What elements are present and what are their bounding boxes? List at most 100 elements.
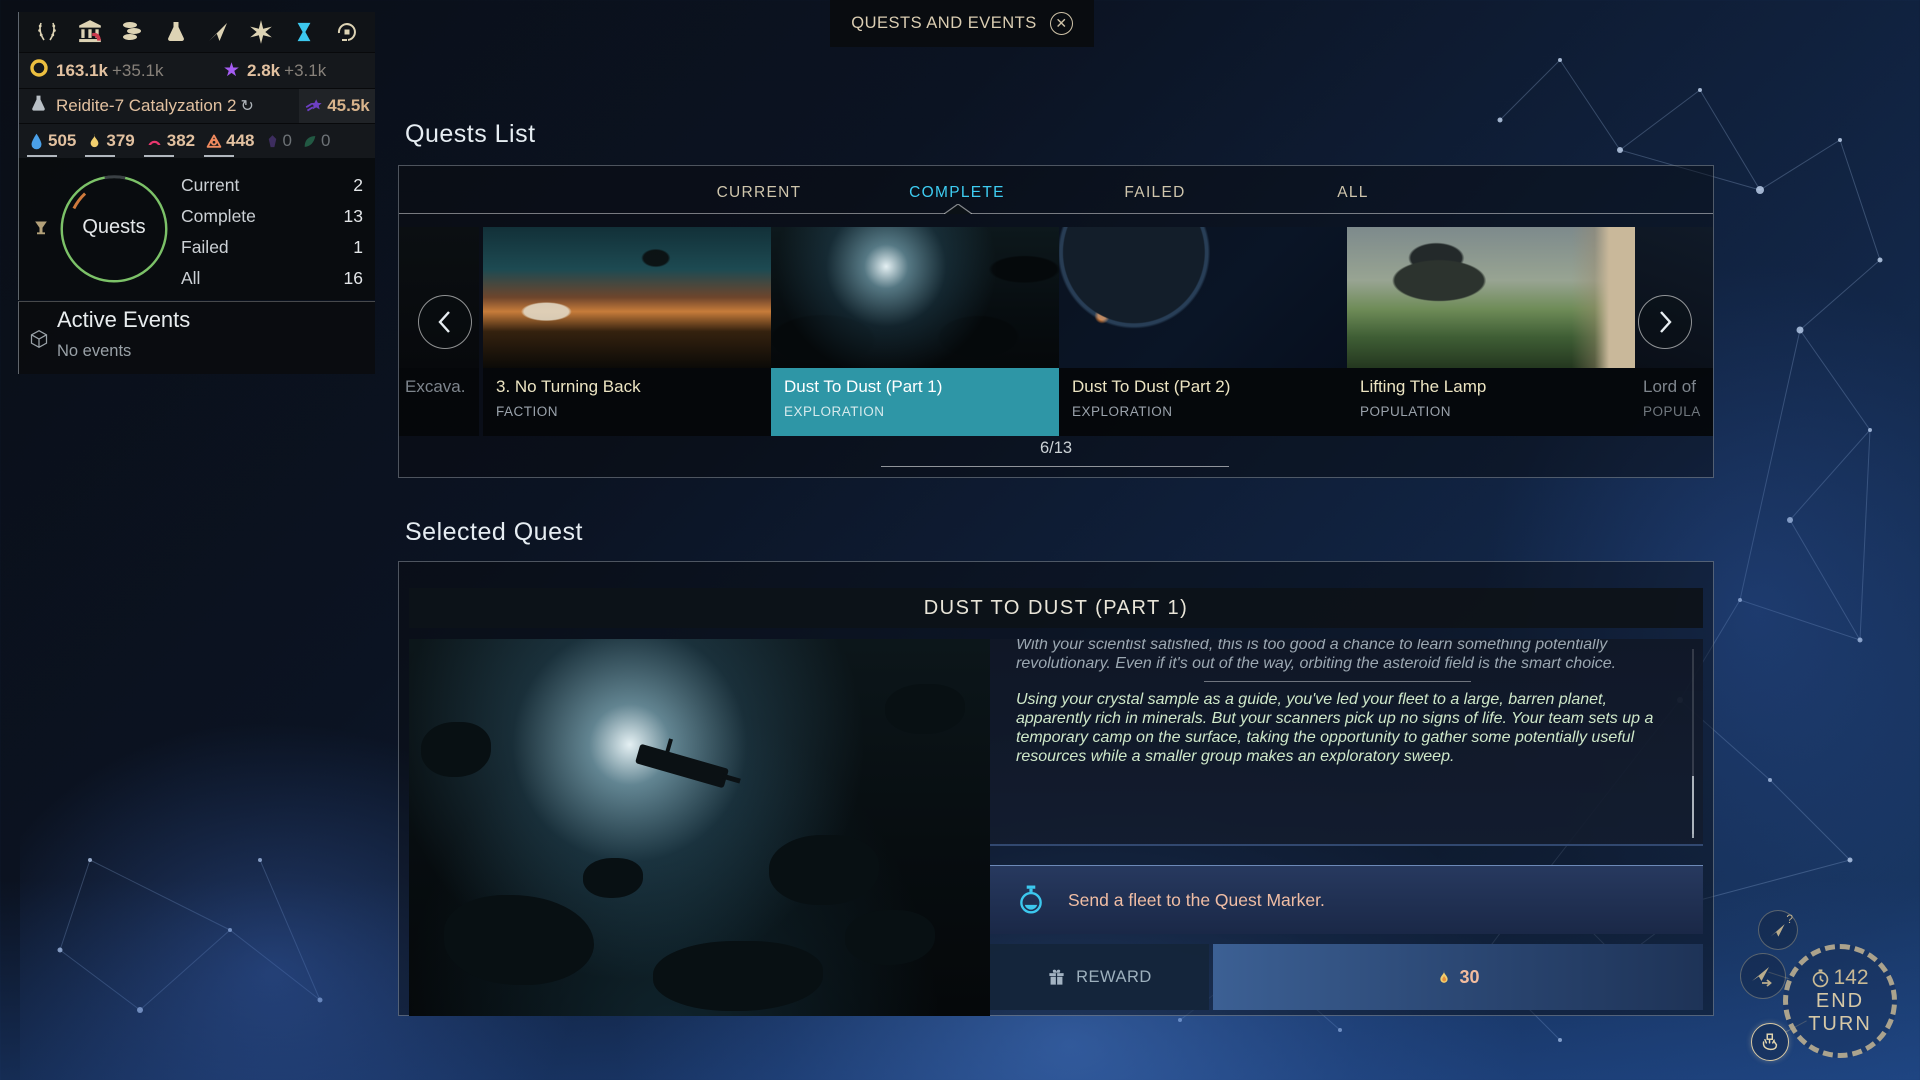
carousel-next-button[interactable] [1638, 295, 1692, 349]
active-events-title: Active Events [57, 307, 190, 333]
quest-objective-bar: Send a fleet to the Quest Marker. [990, 865, 1703, 934]
derelict-ship-silhouette [635, 744, 729, 789]
screen-title: QUESTS AND EVENTS [851, 14, 1036, 33]
end-turn-button[interactable]: 142 END TURN [1783, 944, 1897, 1058]
science-flask-icon[interactable] [161, 19, 191, 45]
score-badge[interactable]: 45.5k [299, 89, 375, 123]
tab-all[interactable]: ALL [1254, 178, 1452, 208]
research-row[interactable]: Reidite-7 Catalyzation 2 ↻ 45.5k [19, 88, 375, 123]
quest-card-art [1347, 227, 1635, 368]
objective-text: Send a fleet to the Quest Marker. [1068, 890, 1325, 911]
quest-card-carousel: Excava. 3. No Turning Back FACTION Dust … [399, 227, 1713, 436]
chevron-left-icon [435, 309, 455, 335]
pagination-underline [881, 466, 1229, 467]
scout-question-hint: ? [1786, 912, 1793, 926]
quest-count-all[interactable]: All16 [181, 263, 363, 294]
quest-ring-label: Quests [58, 216, 170, 239]
score-value: 45.5k [327, 96, 370, 116]
tab-failed[interactable]: FAILED [1056, 178, 1254, 208]
resource-quantite[interactable]: 0 [262, 131, 295, 151]
quantite-gem-icon [265, 133, 280, 150]
close-icon[interactable]: ✕ [1050, 12, 1073, 35]
resource-titanium[interactable]: 505 [25, 131, 79, 151]
fleet-arrow-icon[interactable] [203, 19, 233, 45]
titanium-crystal-icon [28, 132, 45, 151]
tab-divider [399, 213, 1713, 214]
quest-card-dust-to-dust-2[interactable]: Dust To Dust (Part 2) EXPLORATION [1059, 227, 1347, 436]
dust-value: 163.1k [56, 61, 108, 81]
notification-grab-button[interactable] [1751, 1023, 1789, 1061]
reward-label: REWARD [1076, 968, 1152, 987]
research-name: Reidite-7 Catalyzation 2 [56, 96, 236, 116]
turn-number: 142 [1833, 966, 1868, 990]
quest-card-art [771, 227, 1059, 368]
objective-timer-icon [1018, 885, 1044, 915]
research-flask-icon [29, 94, 48, 118]
log-scrollbar-thumb[interactable] [1692, 776, 1694, 838]
end-turn-label: TURN [1808, 1013, 1872, 1036]
dust-delta: +35.1k [112, 61, 164, 81]
score-star-icon [304, 96, 325, 116]
selected-quest-art [409, 639, 990, 1016]
quest-summary-panel: Quests Current2 Complete13 Failed1 All16 [18, 158, 375, 300]
industry-sun-icon[interactable] [246, 19, 276, 45]
selected-quest-title: DUST TO DUST (PART 1) [924, 597, 1189, 620]
quest-count-complete[interactable]: Complete13 [181, 201, 363, 232]
resource-antimatter[interactable]: 448 [202, 131, 257, 151]
idle-fleet-button[interactable] [1740, 953, 1786, 999]
quest-log-previous: With your scientist satisfied, this is t… [1016, 639, 1659, 673]
empire-resource-panel: 163.1k +35.1k ★ 2.8k +3.1k Reidite-7 Cat… [18, 12, 375, 158]
empire-menu-row [19, 12, 375, 52]
quest-log[interactable]: With your scientist satisfied, this is t… [990, 639, 1703, 846]
empire-temple-icon[interactable] [75, 19, 105, 45]
carousel-prev-button[interactable] [418, 295, 472, 349]
research-repeat-icon: ↻ [240, 96, 253, 116]
scout-ship-icon [1768, 920, 1788, 940]
quest-tabs: CURRENT COMPLETE FAILED ALL [399, 178, 1713, 208]
antimatter-knot-icon [205, 133, 223, 150]
economy-coins-icon[interactable] [118, 19, 148, 45]
screen-header: QUESTS AND EVENTS ✕ [830, 0, 1094, 47]
quest-card-art [1059, 227, 1347, 368]
reward-amount: 30 [1459, 967, 1479, 988]
grab-hand-icon [1759, 1031, 1781, 1053]
resource-adamantian[interactable]: 382 [142, 131, 198, 151]
quest-log-current: Using your crystal sample as a guide, yo… [1016, 690, 1659, 766]
quest-card-lifting-the-lamp[interactable]: Lifting The Lamp POPULATION [1347, 227, 1635, 436]
diplomacy-hand-icon[interactable] [332, 19, 362, 45]
fleet-move-icon [1750, 964, 1776, 988]
carousel-pagination: 6/13 [399, 439, 1713, 458]
selected-quest-panel: DUST TO DUST (PART 1) With your scientis… [398, 561, 1714, 1016]
turn-clock-icon [1811, 969, 1830, 988]
quest-count-current[interactable]: Current2 [181, 170, 363, 201]
influence-delta: +3.1k [284, 61, 326, 81]
chevron-right-icon [1655, 309, 1675, 335]
reward-button[interactable]: REWARD [990, 944, 1209, 1010]
quests-list-heading: Quests List [405, 120, 536, 149]
idle-scout-button[interactable]: ? [1758, 910, 1798, 950]
events-cube-icon [29, 328, 49, 355]
quest-card-dust-to-dust-1[interactable]: Dust To Dust (Part 1) EXPLORATION [771, 227, 1059, 436]
quest-count-failed[interactable]: Failed1 [181, 232, 363, 263]
adamantian-arc-icon [145, 133, 164, 150]
hyperium-flame-icon [86, 132, 103, 151]
quest-filter-trophy-icon[interactable] [31, 218, 51, 245]
hyperium-flame-icon [1436, 968, 1452, 987]
active-tab-caret [944, 204, 972, 214]
tab-current[interactable]: CURRENT [660, 178, 858, 208]
quest-card-no-turning-back[interactable]: 3. No Turning Back FACTION [483, 227, 771, 436]
influence-star-icon: ★ [223, 59, 240, 82]
time-hourglass-icon[interactable] [289, 19, 319, 45]
resource-hyperium[interactable]: 379 [83, 131, 137, 151]
strategic-resources-row: 505 379 382 448 0 0 [19, 123, 375, 158]
gift-icon [1047, 968, 1066, 987]
quest-card-art [483, 227, 771, 368]
orichalcix-leaf-icon [302, 133, 318, 150]
active-events-empty: No events [57, 342, 131, 361]
log-divider [1204, 681, 1471, 682]
victory-wreath-icon[interactable] [32, 19, 62, 45]
resource-orichalcix[interactable]: 0 [299, 131, 333, 151]
active-events-panel: Active Events No events [18, 301, 375, 374]
influence-value: 2.8k [247, 61, 280, 81]
selected-quest-heading: Selected Quest [405, 518, 583, 547]
